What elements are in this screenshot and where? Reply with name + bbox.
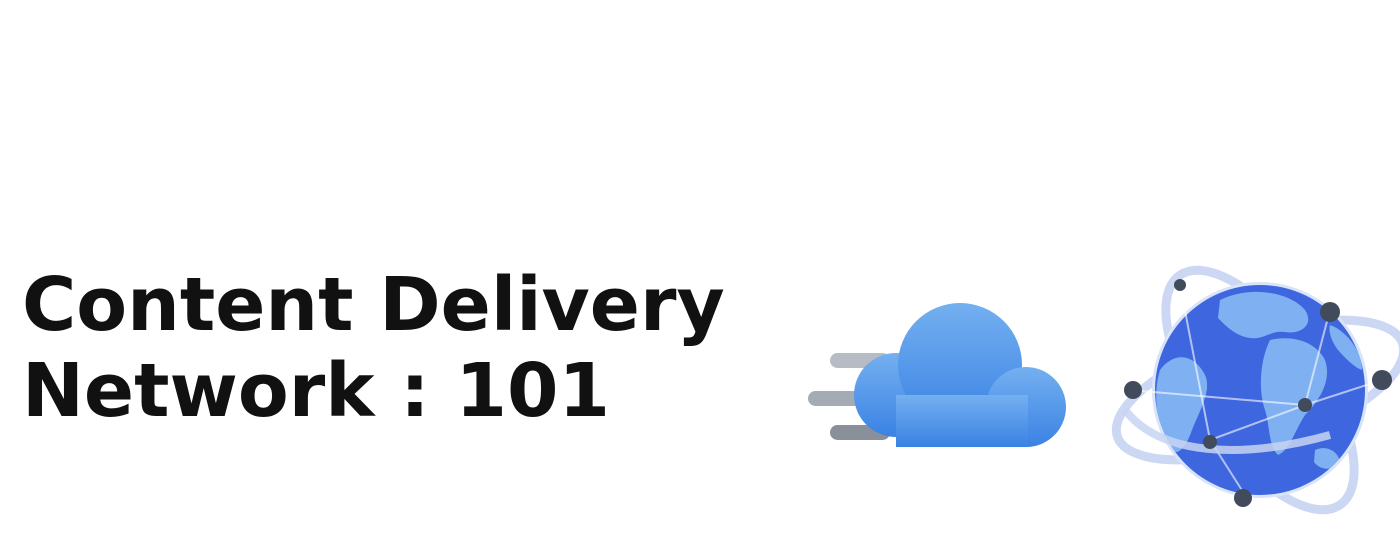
globe-icon [1111,265,1400,515]
cloud-icon [808,303,1066,447]
page-title: Content Delivery Network : 101 [22,262,782,434]
banner: Content Delivery Network : 101 [0,0,1400,540]
title-line-2: Network : 101 [22,348,610,434]
title-line-1: Content Delivery [22,262,725,348]
cloud-shape [854,303,1066,447]
